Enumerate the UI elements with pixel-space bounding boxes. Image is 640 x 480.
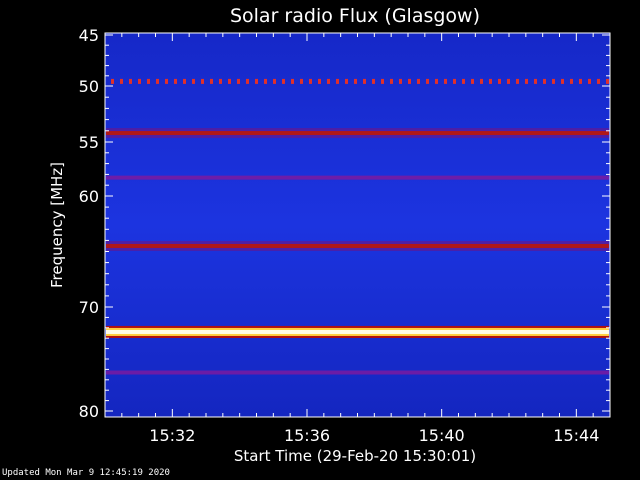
y-tick-label: 50	[79, 77, 99, 96]
band-dot	[120, 78, 123, 84]
y-tick-label: 55	[79, 133, 99, 152]
band-dot	[408, 78, 411, 84]
band-dot	[318, 78, 321, 84]
band-dot	[255, 78, 258, 84]
band-dot	[111, 78, 114, 84]
band-dot	[165, 78, 168, 84]
y-axis-label: Frequency [MHz]	[48, 162, 66, 288]
x-tick-label: 15:40	[419, 426, 465, 445]
band-dot	[327, 78, 330, 84]
band-dot	[147, 78, 150, 84]
band-dot	[300, 78, 303, 84]
band-dot	[543, 78, 546, 84]
band-dot	[390, 78, 393, 84]
spectrogram-chart: Solar radio Flux (Glasgow) 455055607080 …	[48, 5, 611, 465]
band-dot	[453, 78, 456, 84]
band-dot	[372, 78, 375, 84]
band-dot	[606, 78, 609, 84]
band-dot	[579, 78, 582, 84]
x-tick-label: 15:36	[284, 426, 330, 445]
band-dot	[156, 78, 159, 84]
band-dot	[507, 78, 510, 84]
band-dot	[219, 78, 222, 84]
band-dot	[525, 78, 528, 84]
band-dot	[183, 78, 186, 84]
band-core	[106, 131, 609, 136]
band-dot	[237, 78, 240, 84]
band-dot	[210, 78, 213, 84]
band-dot	[471, 78, 474, 84]
band-core	[106, 175, 609, 180]
y-tick-label: 45	[79, 26, 99, 45]
band-dot	[264, 78, 267, 84]
band-dot	[480, 78, 483, 84]
band-dot	[309, 78, 312, 84]
band-peak	[106, 329, 609, 334]
band-dot	[597, 78, 600, 84]
band-dot	[561, 78, 564, 84]
band-dot	[489, 78, 492, 84]
band-dot	[282, 78, 285, 84]
y-tick-label: 70	[79, 298, 99, 317]
update-timestamp: Updated Mon Mar 9 12:45:19 2020	[2, 468, 170, 478]
x-tick-label: 15:44	[553, 426, 599, 445]
band-dot	[444, 78, 447, 84]
band-dot	[534, 78, 537, 84]
band-dot	[291, 78, 294, 84]
band-core	[106, 243, 609, 248]
x-axis-label: Start Time (29-Feb-20 15:30:01)	[234, 447, 476, 465]
band-dot	[417, 78, 420, 84]
band-dot	[354, 78, 357, 84]
band-dot	[498, 78, 501, 84]
band-dot	[462, 78, 465, 84]
band-dot	[201, 78, 204, 84]
x-tick-label: 15:32	[149, 426, 195, 445]
band-dot	[138, 78, 141, 84]
band-dot	[381, 78, 384, 84]
band-dot	[588, 78, 591, 84]
band-dot	[336, 78, 339, 84]
band-dot	[552, 78, 555, 84]
band-dot	[516, 78, 519, 84]
band-dot	[129, 78, 132, 84]
band-dot	[345, 78, 348, 84]
band-dot	[174, 78, 177, 84]
chart-title: Solar radio Flux (Glasgow)	[230, 5, 480, 27]
band-dot	[570, 78, 573, 84]
band-dot	[246, 78, 249, 84]
band-dot	[192, 78, 195, 84]
band-dot	[399, 78, 402, 84]
band-dot	[228, 78, 231, 84]
band-dot	[273, 78, 276, 84]
y-tick-label: 60	[79, 187, 99, 206]
band-core	[106, 370, 609, 375]
band-dot	[426, 78, 429, 84]
band-dot	[435, 78, 438, 84]
plot-background	[105, 33, 610, 417]
band-dot	[363, 78, 366, 84]
y-tick-label: 80	[79, 402, 99, 421]
